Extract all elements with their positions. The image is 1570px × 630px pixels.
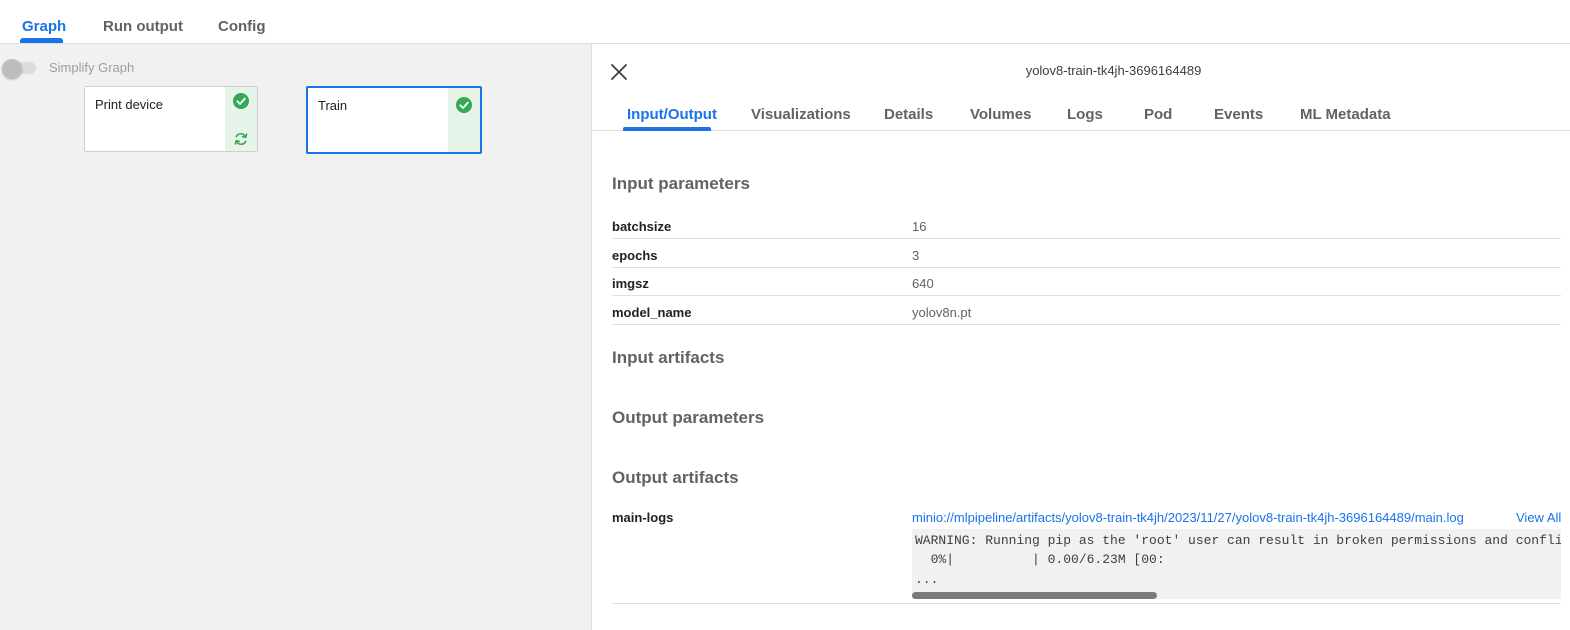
artifact-link[interactable]: minio://mlpipeline/artifacts/yolov8-trai… bbox=[912, 510, 1464, 525]
run-title: yolov8-train-tk4jh-3696164489 bbox=[1025, 63, 1202, 78]
horizontal-scrollbar[interactable] bbox=[912, 592, 1157, 599]
output-artifacts-title: Output artifacts bbox=[612, 468, 739, 487]
tab-input-output-underline bbox=[623, 127, 711, 131]
artifact-preview: WARNING: Running pip as the 'root' user … bbox=[912, 529, 1561, 599]
toggle-thumb bbox=[2, 59, 22, 79]
param-key: model_name bbox=[612, 305, 692, 320]
preview-line: WARNING: Running pip as the 'root' user … bbox=[915, 533, 1561, 548]
node-label: Train bbox=[318, 98, 348, 113]
simplify-graph-label: Simplify Graph bbox=[49, 60, 135, 75]
details-tab-bar: Input/Output Visualizations Details Volu… bbox=[592, 100, 1570, 131]
input-artifacts-title: Input artifacts bbox=[612, 348, 725, 367]
check-circle-icon bbox=[233, 93, 249, 109]
node-status-panel bbox=[225, 87, 257, 151]
param-row: imgsz 640 bbox=[612, 268, 1561, 296]
param-value: 640 bbox=[912, 276, 934, 291]
param-key: imgsz bbox=[612, 276, 649, 291]
details-pane: yolov8-train-tk4jh-3696164489 Input/Outp… bbox=[591, 44, 1570, 630]
tab-graph[interactable]: Graph bbox=[22, 18, 66, 35]
graph-node-print-device[interactable]: Print device bbox=[84, 86, 258, 152]
tab-volumes[interactable]: Volumes bbox=[970, 106, 1031, 123]
tab-visualizations[interactable]: Visualizations bbox=[751, 106, 851, 123]
check-circle-icon bbox=[456, 97, 472, 113]
top-tab-bar: Graph Run output Config bbox=[0, 0, 1570, 44]
param-row: batchsize 16 bbox=[612, 211, 1561, 239]
param-key: batchsize bbox=[612, 219, 672, 234]
tab-run-output[interactable]: Run output bbox=[103, 18, 183, 35]
tab-graph-underline bbox=[20, 38, 63, 43]
refresh-icon bbox=[234, 132, 248, 146]
tab-pod[interactable]: Pod bbox=[1144, 106, 1172, 123]
artifact-key: main-logs bbox=[612, 510, 674, 525]
node-label: Print device bbox=[95, 97, 163, 112]
node-status-panel bbox=[448, 88, 480, 152]
param-row: model_name yolov8n.pt bbox=[612, 297, 1561, 325]
tab-input-output[interactable]: Input/Output bbox=[627, 106, 717, 123]
preview-line: ... bbox=[915, 572, 939, 587]
tab-logs[interactable]: Logs bbox=[1067, 106, 1103, 123]
tab-config[interactable]: Config bbox=[218, 18, 265, 35]
graph-pane: Simplify Graph Print device Train bbox=[0, 44, 591, 630]
tab-events[interactable]: Events bbox=[1214, 106, 1263, 123]
simplify-graph-toggle[interactable] bbox=[2, 59, 36, 79]
graph-node-train[interactable]: Train bbox=[306, 86, 482, 154]
tab-details[interactable]: Details bbox=[884, 106, 933, 123]
tab-ml-metadata[interactable]: ML Metadata bbox=[1300, 106, 1391, 123]
view-all-link[interactable]: View All bbox=[1516, 510, 1561, 525]
param-value: 3 bbox=[912, 248, 920, 263]
input-parameters-title: Input parameters bbox=[612, 174, 750, 193]
param-value: 16 bbox=[912, 219, 927, 234]
param-key: epochs bbox=[612, 248, 658, 263]
output-parameters-title: Output parameters bbox=[612, 408, 765, 427]
preview-line: 0%| | 0.00/6.23M [00: bbox=[915, 552, 1165, 567]
param-row: epochs 3 bbox=[612, 240, 1561, 268]
param-value: yolov8n.pt bbox=[912, 305, 972, 320]
divider bbox=[612, 603, 1561, 604]
